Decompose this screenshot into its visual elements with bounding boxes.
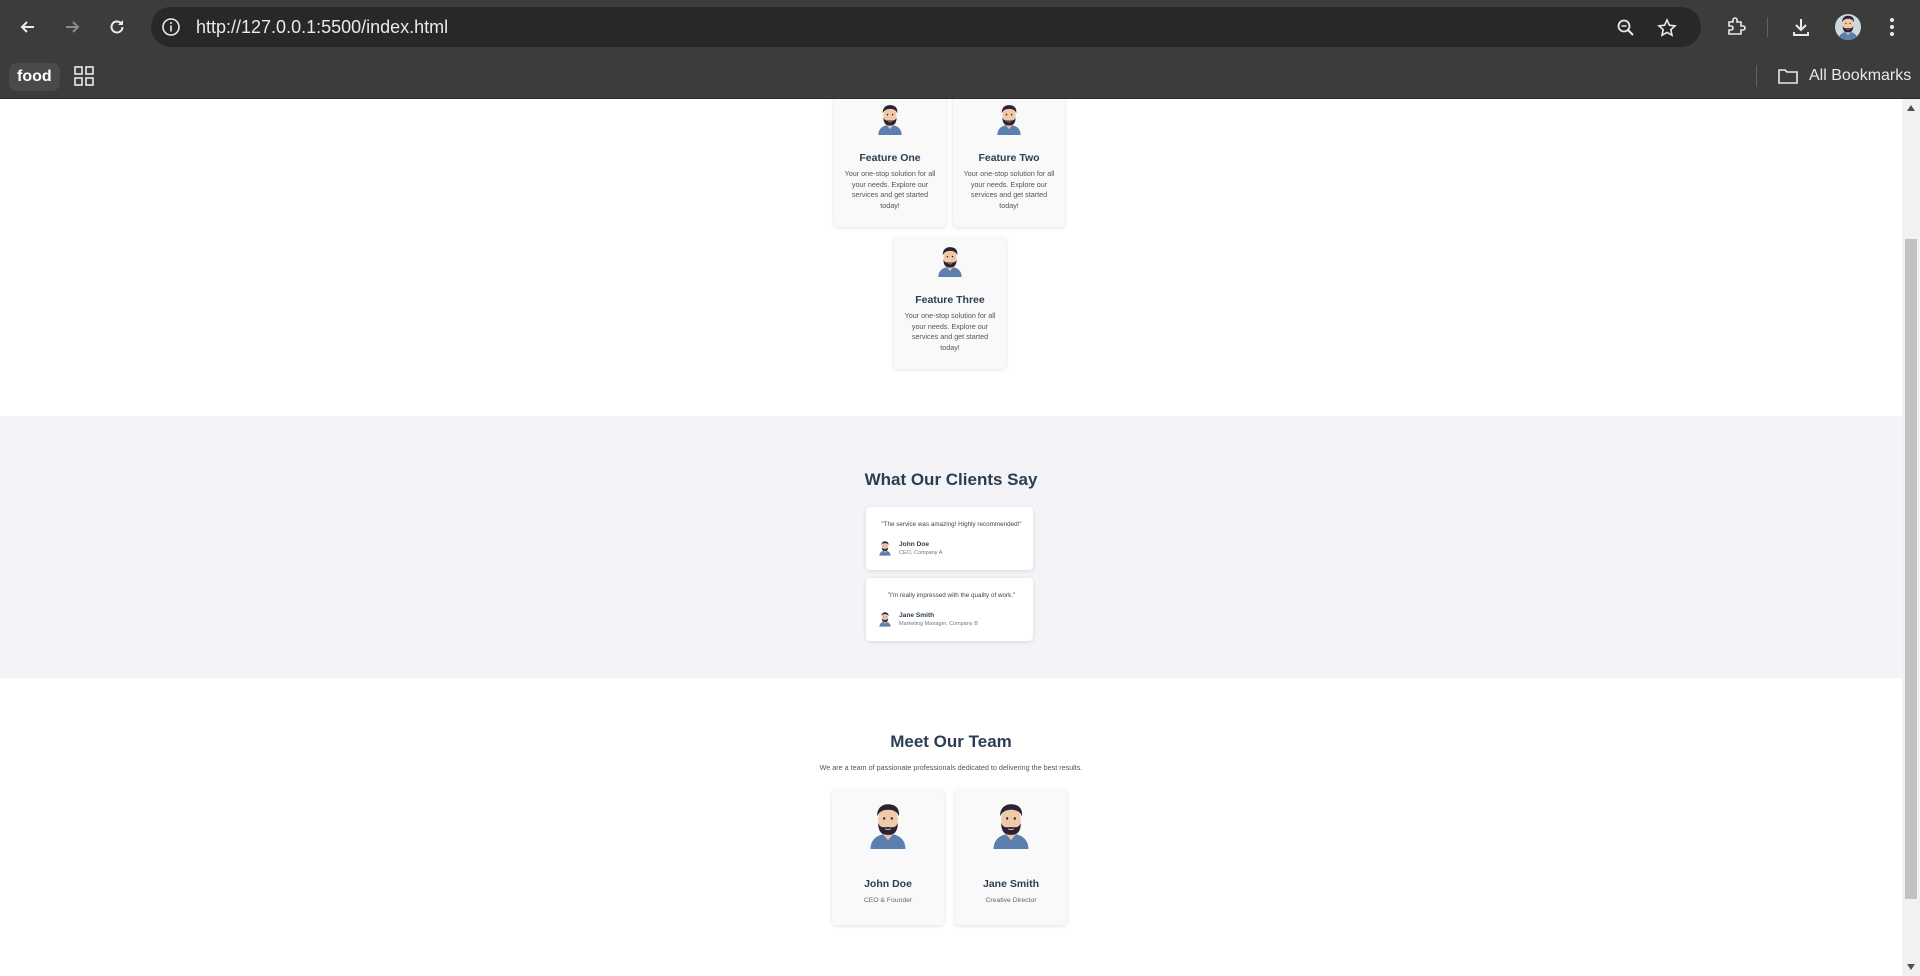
avatar-face-icon — [989, 801, 1033, 849]
avatar-face-icon — [878, 611, 892, 627]
testimonial-name: Jane Smith — [899, 612, 935, 619]
testimonial-role: CEO, Company A — [899, 550, 943, 556]
avatar-face-icon — [993, 103, 1025, 135]
avatar-face-icon — [866, 801, 910, 849]
zoom-icon[interactable] — [1614, 16, 1638, 40]
avatar-face-icon — [874, 103, 906, 135]
scroll-up-arrow-icon[interactable] — [1907, 105, 1915, 111]
testimonial-quote: "I'm really impressed with the quality o… — [887, 592, 1016, 599]
forward-arrow-icon[interactable] — [57, 12, 87, 42]
apps-grid-icon[interactable] — [73, 65, 95, 87]
testimonial-role: Marketing Manager, Company B — [899, 621, 978, 627]
star-icon[interactable] — [1655, 16, 1679, 40]
team-member-role: CEO & Founder — [863, 897, 913, 904]
address-bar[interactable]: http://127.0.0.1:5500/index.html — [151, 7, 1701, 47]
bookmark-food[interactable]: food — [9, 63, 60, 91]
all-bookmarks-button[interactable]: All Bookmarks — [1777, 64, 1911, 88]
download-icon[interactable] — [1788, 14, 1814, 40]
team-title: Meet Our Team — [890, 732, 1012, 751]
feature-title: Feature One — [859, 152, 921, 164]
reload-icon[interactable] — [102, 12, 132, 42]
profile-avatar[interactable] — [1835, 14, 1861, 40]
testimonial-name: John Doe — [899, 541, 930, 548]
team-member-card: John Doe CEO & Founder — [832, 789, 944, 925]
scroll-down-arrow-icon[interactable] — [1907, 964, 1915, 970]
team-member-name: John Doe — [864, 878, 912, 890]
feature-title: Feature Two — [978, 152, 1040, 164]
testimonials-section: What Our Clients Say "The service was am… — [0, 416, 1902, 678]
bookmarks-bar: food All Bookmarks — [0, 54, 1920, 99]
folder-icon — [1778, 69, 1798, 84]
scroll-thumb[interactable] — [1905, 239, 1917, 899]
testimonials-title: What Our Clients Say — [864, 470, 1038, 489]
avatar-face-icon — [878, 540, 892, 556]
testimonial-quote: "The service was amazing! Highly recomme… — [881, 521, 1022, 528]
team-subtitle: We are a team of passionate professional… — [819, 763, 1083, 772]
browser-toolbar: http://127.0.0.1:5500/index.html — [0, 0, 1920, 54]
site-info-icon[interactable] — [161, 17, 181, 37]
extensions-icon[interactable] — [1723, 14, 1749, 40]
bookmarks-separator — [1756, 65, 1757, 87]
page-scrollbar[interactable] — [1902, 99, 1920, 976]
feature-desc: Your one-stop solution for all your need… — [963, 169, 1055, 210]
feature-title: Feature Three — [915, 294, 985, 306]
toolbar-separator — [1767, 17, 1768, 37]
team-member-name: Jane Smith — [982, 878, 1040, 890]
team-member-role: Creative Director — [985, 897, 1037, 904]
all-bookmarks-label: All Bookmarks — [1809, 67, 1912, 84]
feature-card: Feature One Your one-stop solution for a… — [834, 99, 946, 227]
feature-desc: Your one-stop solution for all your need… — [904, 311, 996, 352]
testimonial-card: "I'm really impressed with the quality o… — [866, 578, 1033, 641]
team-member-card: Jane Smith Creative Director — [955, 789, 1067, 925]
url-text[interactable]: http://127.0.0.1:5500/index.html — [196, 17, 448, 38]
back-arrow-icon[interactable] — [13, 12, 43, 42]
avatar-face-icon — [934, 245, 966, 277]
feature-card: Feature Two Your one-stop solution for a… — [953, 99, 1065, 227]
avatar-face-icon — [1835, 14, 1861, 40]
page-viewport: Feature One Your one-stop solution for a… — [0, 99, 1902, 976]
kebab-menu-icon[interactable] — [1879, 14, 1905, 40]
feature-card: Feature Three Your one-stop solution for… — [894, 237, 1006, 369]
testimonial-card: "The service was amazing! Highly recomme… — [866, 507, 1033, 570]
feature-desc: Your one-stop solution for all your need… — [844, 169, 936, 210]
